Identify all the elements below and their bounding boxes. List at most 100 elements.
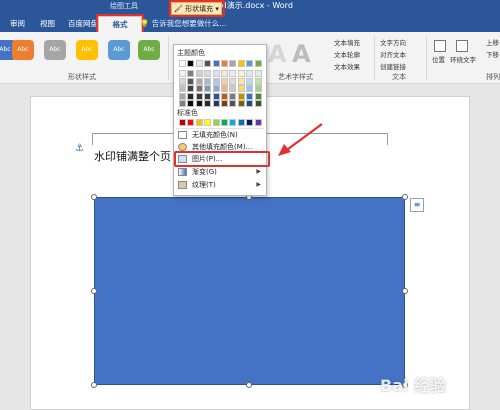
standard-color-cell[interactable] bbox=[179, 119, 186, 126]
theme-color-cell[interactable] bbox=[246, 92, 254, 100]
standard-color-cell[interactable] bbox=[237, 119, 245, 126]
theme-color-cell[interactable] bbox=[187, 92, 195, 100]
shape-style-swatch[interactable]: Abc bbox=[108, 40, 130, 60]
theme-color-cell[interactable] bbox=[204, 85, 212, 93]
theme-color-cell[interactable] bbox=[179, 85, 186, 93]
layout-options-icon[interactable]: ≡ bbox=[410, 198, 424, 212]
theme-color-cell[interactable] bbox=[204, 70, 212, 78]
wrap-text-button[interactable]: 环绕文字 bbox=[450, 54, 476, 64]
theme-color-cell[interactable] bbox=[195, 70, 203, 78]
theme-color-cell[interactable] bbox=[195, 60, 203, 67]
document-text-line[interactable]: 水印铺满整个页 bbox=[94, 148, 171, 164]
texture-item[interactable]: 纹理(T) ▶ bbox=[176, 179, 265, 191]
tab-view[interactable]: 视图 bbox=[36, 16, 59, 32]
theme-color-cell[interactable] bbox=[254, 70, 262, 78]
create-link-option[interactable]: 创建链接 bbox=[380, 61, 406, 71]
theme-color-cell[interactable] bbox=[179, 100, 186, 107]
text-fill-option[interactable]: 文本填充 bbox=[334, 37, 360, 47]
theme-color-cell[interactable] bbox=[187, 85, 195, 93]
resize-handle-top-left[interactable] bbox=[91, 194, 97, 200]
theme-color-cell[interactable] bbox=[237, 77, 245, 85]
theme-color-cell[interactable] bbox=[195, 100, 203, 107]
theme-color-cell[interactable] bbox=[212, 60, 220, 67]
resize-handle-bottom[interactable] bbox=[246, 382, 252, 388]
theme-color-cell[interactable] bbox=[195, 92, 203, 100]
theme-color-cell[interactable] bbox=[229, 100, 237, 107]
theme-color-cell[interactable] bbox=[179, 70, 186, 78]
resize-handle-right[interactable] bbox=[402, 288, 408, 294]
theme-color-cell[interactable] bbox=[187, 60, 195, 67]
standard-color-cell[interactable] bbox=[187, 119, 195, 126]
theme-color-cell[interactable] bbox=[246, 60, 254, 67]
theme-color-cell[interactable] bbox=[179, 60, 186, 67]
theme-color-cell[interactable] bbox=[179, 77, 186, 85]
standard-color-cell[interactable] bbox=[221, 119, 228, 126]
text-direction-option[interactable]: 文字方向 bbox=[380, 37, 406, 47]
tell-me-search[interactable]: 💡 告诉我您想要做什么... bbox=[140, 16, 226, 32]
align-text-option[interactable]: 对齐文本 bbox=[380, 49, 406, 59]
theme-color-cell[interactable] bbox=[254, 77, 262, 85]
theme-color-cell[interactable] bbox=[254, 92, 262, 100]
bring-forward-option[interactable]: 上移 bbox=[486, 37, 499, 47]
anchor-icon[interactable]: ⚓ bbox=[75, 143, 84, 154]
tab-format[interactable]: 格式 bbox=[96, 14, 144, 34]
tab-review[interactable]: 审阅 bbox=[6, 16, 29, 32]
theme-color-cell[interactable] bbox=[195, 77, 203, 85]
theme-color-cell[interactable] bbox=[179, 92, 186, 100]
theme-color-cell[interactable] bbox=[229, 70, 237, 78]
theme-color-cell[interactable] bbox=[229, 60, 237, 67]
theme-color-cell[interactable] bbox=[187, 100, 195, 107]
theme-color-cell[interactable] bbox=[212, 85, 220, 93]
text-effect-option[interactable]: 文本效果 bbox=[334, 61, 360, 71]
standard-color-cell[interactable] bbox=[212, 119, 220, 126]
standard-color-cell[interactable] bbox=[246, 119, 254, 126]
theme-color-cell[interactable] bbox=[204, 60, 212, 67]
theme-color-cell[interactable] bbox=[237, 92, 245, 100]
theme-color-cell[interactable] bbox=[212, 70, 220, 78]
theme-color-cell[interactable] bbox=[221, 77, 228, 85]
theme-color-cell[interactable] bbox=[237, 60, 245, 67]
wordart-style-a-2[interactable]: A bbox=[292, 40, 311, 68]
theme-color-cell[interactable] bbox=[246, 85, 254, 93]
theme-color-cell[interactable] bbox=[204, 92, 212, 100]
theme-color-cell[interactable] bbox=[246, 100, 254, 107]
standard-color-cell[interactable] bbox=[195, 119, 203, 126]
theme-color-cell[interactable] bbox=[212, 77, 220, 85]
selected-rectangle-shape[interactable] bbox=[94, 197, 405, 385]
theme-color-cell[interactable] bbox=[204, 100, 212, 107]
theme-color-cell[interactable] bbox=[187, 70, 195, 78]
theme-color-cell[interactable] bbox=[237, 100, 245, 107]
resize-handle-left[interactable] bbox=[91, 288, 97, 294]
theme-color-cell[interactable] bbox=[246, 70, 254, 78]
theme-color-cell[interactable] bbox=[229, 92, 237, 100]
position-button[interactable]: 位置 bbox=[432, 54, 445, 64]
theme-color-cell[interactable] bbox=[221, 85, 228, 93]
theme-color-cell[interactable] bbox=[254, 100, 262, 107]
theme-color-cell[interactable] bbox=[204, 77, 212, 85]
no-fill-item[interactable]: 无填充颜色(N) bbox=[176, 129, 265, 141]
theme-color-cell[interactable] bbox=[221, 92, 228, 100]
theme-color-cell[interactable] bbox=[221, 100, 228, 107]
text-outline-option[interactable]: 文本轮廓 bbox=[334, 49, 360, 59]
theme-color-cell[interactable] bbox=[237, 85, 245, 93]
theme-color-cell[interactable] bbox=[229, 77, 237, 85]
theme-color-cell[interactable] bbox=[212, 92, 220, 100]
standard-color-cell[interactable] bbox=[254, 119, 262, 126]
theme-color-cell[interactable] bbox=[237, 70, 245, 78]
gradient-item[interactable]: 渐变(G) ▶ bbox=[176, 166, 265, 178]
theme-color-cell[interactable] bbox=[254, 60, 262, 67]
wordart-style-a-1[interactable]: A bbox=[268, 40, 287, 68]
shape-style-swatch[interactable]: Abc bbox=[12, 40, 34, 60]
standard-color-cell[interactable] bbox=[204, 119, 212, 126]
shape-style-swatch[interactable]: Abc bbox=[44, 40, 66, 60]
theme-color-cell[interactable] bbox=[254, 85, 262, 93]
theme-color-cell[interactable] bbox=[195, 85, 203, 93]
shape-style-swatch[interactable]: Abc bbox=[76, 40, 98, 60]
theme-color-cell[interactable] bbox=[229, 85, 237, 93]
send-backward-option[interactable]: 下移 bbox=[486, 49, 499, 59]
theme-color-cell[interactable] bbox=[221, 70, 228, 78]
theme-color-cell[interactable] bbox=[187, 77, 195, 85]
standard-color-cell[interactable] bbox=[229, 119, 237, 126]
theme-color-cell[interactable] bbox=[221, 60, 228, 67]
tab-baidu-netdisk[interactable]: 百度网盘 bbox=[64, 16, 102, 32]
